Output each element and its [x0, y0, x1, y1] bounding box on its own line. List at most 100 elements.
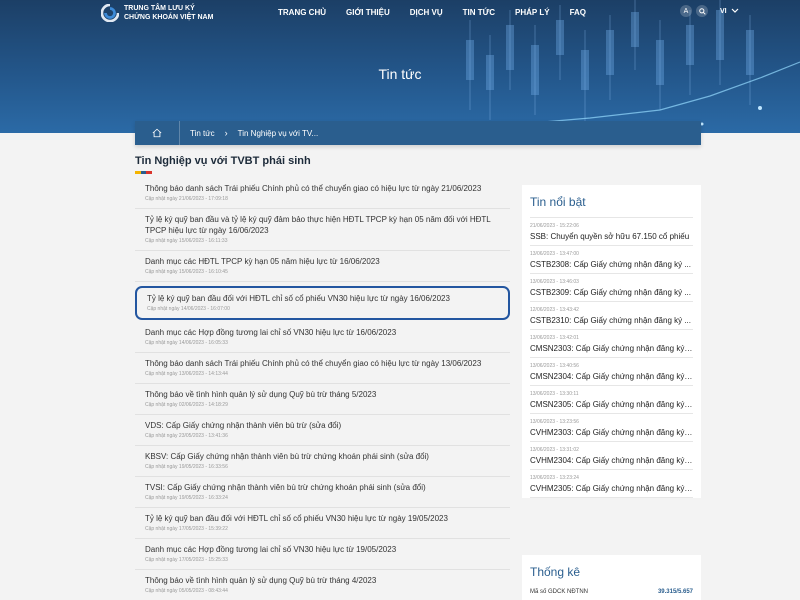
- news-item-title[interactable]: Danh mục các Hợp đồng tương lai chỉ số V…: [145, 544, 500, 555]
- news-item-date: Cập nhật ngày 17/05/2023 - 15:39:22: [145, 526, 228, 532]
- news-item-date: Cập nhật ngày 17/05/2023 - 15:25:33: [145, 557, 228, 563]
- site-logo[interactable]: TRUNG TÂM LƯU KÝ CHỨNG KHOÁN VIỆT NAM: [101, 4, 213, 22]
- news-item[interactable]: Thông báo danh sách Trái phiếu Chính phủ…: [135, 178, 510, 209]
- featured-news-title[interactable]: CMSN2305: Cấp Giấy chứng nhận đăng ký ..…: [530, 400, 693, 409]
- news-item[interactable]: Danh mục các Hợp đồng tương lai chỉ số V…: [135, 539, 510, 570]
- featured-news-item[interactable]: 13/06/2023 - 13:23:24 CVHM2305: Cấp Giấy …: [530, 470, 693, 498]
- featured-news-item[interactable]: 13/06/2023 - 13:42:01 CMSN2303: Cấp Giấy …: [530, 330, 693, 358]
- featured-news-date: 13/06/2023 - 13:31:02: [530, 447, 579, 453]
- news-item[interactable]: Tỷ lệ ký quỹ ban đầu và tỷ lệ ký quỹ đảm…: [135, 209, 510, 251]
- featured-news-date: 13/06/2023 - 13:42:01: [530, 335, 579, 341]
- logo-line-1: TRUNG TÂM LƯU KÝ: [124, 5, 195, 12]
- news-item[interactable]: TVSI: Cấp Giấy chứng nhận thành viên bù …: [135, 477, 510, 508]
- featured-news-date: 12/06/2023 - 13:43:42: [530, 307, 579, 313]
- news-item-date: Cập nhật ngày 19/05/2023 - 16:33:56: [145, 464, 228, 470]
- news-item-title[interactable]: Danh mục các HĐTL TPCP kỳ hạn 05 năm hiệ…: [145, 256, 500, 267]
- featured-news-date: 21/06/2023 - 15:22:06: [530, 223, 579, 229]
- statistics-row: Mã số GDCK NĐTNN 39.315/5.657: [530, 589, 693, 595]
- news-item-date: Cập nhật ngày 23/05/2023 - 13:41:36: [145, 433, 228, 439]
- featured-news-item[interactable]: 13/06/2023 - 13:47:00 CSTB2308: Cấp Giấy …: [530, 246, 693, 274]
- featured-news-panel: Tin nổi bật 21/06/2023 - 15:22:06 SSB: Ch…: [522, 185, 701, 498]
- news-item[interactable]: Thông báo về tình hình quản lý sử dụng Q…: [135, 384, 510, 415]
- featured-news-item[interactable]: 13/06/2023 - 13:31:02 CVHM2304: Cấp Giấy …: [530, 442, 693, 470]
- featured-news-title[interactable]: CVHM2304: Cấp Giấy chứng nhận đăng ký ..…: [530, 456, 693, 465]
- section-title: Tin Nghiệp vụ với TVBT phái sinh: [135, 155, 311, 167]
- chevron-down-icon: [731, 8, 739, 13]
- breadcrumb: Tin tức › Tin Nghiệp vụ với TV...: [135, 121, 701, 145]
- featured-news-item[interactable]: 21/06/2023 - 15:22:06 SSB: Chuyển quyền s…: [530, 218, 693, 246]
- news-item-title[interactable]: Thông báo danh sách Trái phiếu Chính phủ…: [145, 358, 500, 369]
- font-size-button[interactable]: A: [680, 5, 692, 17]
- featured-news-title[interactable]: CSTB2309: Cấp Giấy chứng nhận đăng ký ..…: [530, 288, 693, 297]
- news-item-title[interactable]: Thông báo về tình hình quản lý sử dụng Q…: [145, 389, 500, 400]
- statistics-panel: Thống kê Mã số GDCK NĐTNN 39.315/5.657: [522, 555, 701, 600]
- news-item-date: Cập nhật ngày 14/06/2023 - 16:07:00: [147, 306, 230, 312]
- nav-news[interactable]: TIN TỨC: [463, 8, 495, 17]
- statistics-label: Mã số GDCK NĐTNN: [530, 589, 589, 595]
- news-item[interactable]: Danh mục các Hợp đồng tương lai chỉ số V…: [135, 322, 510, 353]
- page-hero-title: Tin tức: [378, 66, 422, 82]
- news-item[interactable]: Tỷ lệ ký quỹ ban đầu đối với HĐTL chỉ số…: [135, 508, 510, 539]
- news-item-title[interactable]: Tỷ lệ ký quỹ ban đầu đối với HĐTL chỉ số…: [145, 513, 500, 524]
- news-item-title[interactable]: Danh mục các Hợp đồng tương lai chỉ số V…: [145, 327, 500, 338]
- news-item-date: Cập nhật ngày 15/06/2023 - 16:11:33: [145, 238, 228, 244]
- news-item-title[interactable]: Thông báo về tình hình quản lý sử dụng Q…: [145, 575, 500, 586]
- nav-services[interactable]: DỊCH VỤ: [410, 8, 443, 17]
- featured-news-title: Tin nổi bật: [530, 185, 693, 218]
- breadcrumb-news[interactable]: Tin tức: [180, 129, 225, 138]
- news-item-date: Cập nhật ngày 05/05/2023 - 08:43:44: [145, 588, 228, 594]
- news-item-date: Cập nhật ngày 21/06/2023 - 17:09:18: [145, 196, 228, 202]
- home-icon[interactable]: [135, 121, 180, 145]
- featured-news-title[interactable]: CVHM2305: Cấp Giấy chứng nhận đăng ký ..…: [530, 484, 693, 493]
- statistics-value: 39.315/5.657: [657, 589, 693, 595]
- featured-news-date: 13/06/2023 - 13:46:03: [530, 279, 579, 285]
- featured-news-date: 13/06/2023 - 13:40:56: [530, 363, 579, 369]
- nav-about[interactable]: GIỚI THIỆU: [346, 8, 390, 17]
- nav-faq[interactable]: FAQ: [570, 8, 586, 17]
- featured-news-title[interactable]: CSTB2308: Cấp Giấy chứng nhận đăng ký ..…: [530, 260, 693, 269]
- featured-news-item[interactable]: 12/06/2023 - 13:43:42 CSTB2310: Cấp Giấy …: [530, 302, 693, 330]
- statistics-title: Thống kê: [530, 565, 581, 579]
- featured-news-title[interactable]: CMSN2303: Cấp Giấy chứng nhận đăng ký ..…: [530, 344, 693, 353]
- news-item-date: Cập nhật ngày 13/06/2023 - 14:13:44: [145, 371, 228, 377]
- search-icon[interactable]: [696, 5, 708, 17]
- section-title-underline: [135, 171, 153, 174]
- featured-news-title[interactable]: CSTB2310: Cấp Giấy chứng nhận đăng ký ..…: [530, 316, 693, 325]
- news-item-title[interactable]: Thông báo danh sách Trái phiếu Chính phủ…: [145, 183, 500, 194]
- breadcrumb-current: Tin Nghiệp vụ với TV...: [237, 128, 319, 138]
- featured-news-title[interactable]: CVHM2303: Cấp Giấy chứng nhận đăng ký ..…: [530, 428, 693, 437]
- news-item-selected[interactable]: Tỷ lệ ký quỹ ban đầu đối với HĐTL chỉ số…: [135, 286, 510, 320]
- nav-home[interactable]: TRANG CHỦ: [278, 8, 326, 17]
- news-item[interactable]: KBSV: Cấp Giấy chứng nhận thành viên bù …: [135, 446, 510, 477]
- news-item-date: Cập nhật ngày 19/05/2023 - 16:33:24: [145, 495, 228, 501]
- news-item-title[interactable]: TVSI: Cấp Giấy chứng nhận thành viên bù …: [145, 482, 500, 493]
- featured-news-item[interactable]: 13/06/2023 - 13:30:11 CMSN2305: Cấp Giấy …: [530, 386, 693, 414]
- featured-news-title[interactable]: SSB: Chuyển quyền sở hữu 67.150 cổ phiếu: [530, 232, 693, 241]
- featured-news-item[interactable]: 13/06/2023 - 13:23:56 CVHM2303: Cấp Giấy …: [530, 414, 693, 442]
- news-item-date: Cập nhật ngày 02/06/2023 - 14:18:29: [145, 402, 228, 408]
- news-item[interactable]: Danh mục các HĐTL TPCP kỳ hạn 05 năm hiệ…: [135, 251, 510, 282]
- featured-news-date: 13/06/2023 - 13:23:56: [530, 419, 579, 425]
- news-list: Thông báo danh sách Trái phiếu Chính phủ…: [135, 178, 510, 600]
- nav-legal[interactable]: PHÁP LÝ: [515, 8, 550, 17]
- featured-news-item[interactable]: 13/06/2023 - 13:40:56 CMSN2304: Cấp Giấy …: [530, 358, 693, 386]
- featured-news-date: 13/06/2023 - 13:30:11: [530, 391, 579, 397]
- logo-line-2: CHỨNG KHOÁN VIỆT NAM: [124, 14, 214, 21]
- news-item-title[interactable]: Tỷ lệ ký quỹ ban đầu đối với HĐTL chỉ số…: [147, 293, 498, 304]
- featured-news-item[interactable]: 13/06/2023 - 13:46:03 CSTB2309: Cấp Giấy …: [530, 274, 693, 302]
- vsd-logo-icon: [101, 4, 119, 22]
- language-label: VI: [720, 7, 727, 15]
- news-item-title[interactable]: KBSV: Cấp Giấy chứng nhận thành viên bù …: [145, 451, 500, 462]
- featured-news-title[interactable]: CMSN2304: Cấp Giấy chứng nhận đăng ký ..…: [530, 372, 693, 381]
- news-item[interactable]: Thông báo về tình hình quản lý sử dụng Q…: [135, 570, 510, 600]
- page-hero: TRUNG TÂM LƯU KÝ CHỨNG KHOÁN VIỆT NAM TR…: [0, 0, 800, 133]
- featured-news-date: 13/06/2023 - 13:23:24: [530, 475, 579, 481]
- news-item[interactable]: Thông báo danh sách Trái phiếu Chính phủ…: [135, 353, 510, 384]
- featured-news-date: 13/06/2023 - 13:47:00: [530, 251, 579, 257]
- news-item-date: Cập nhật ngày 15/06/2023 - 16:10:45: [145, 269, 228, 275]
- header-tools: A VI: [680, 5, 739, 17]
- news-item-title[interactable]: Tỷ lệ ký quỹ ban đầu và tỷ lệ ký quỹ đảm…: [145, 214, 500, 236]
- language-select[interactable]: VI: [720, 8, 739, 15]
- news-item-title[interactable]: VDS: Cấp Giấy chứng nhận thành viên bù t…: [145, 420, 500, 431]
- news-item[interactable]: VDS: Cấp Giấy chứng nhận thành viên bù t…: [135, 415, 510, 446]
